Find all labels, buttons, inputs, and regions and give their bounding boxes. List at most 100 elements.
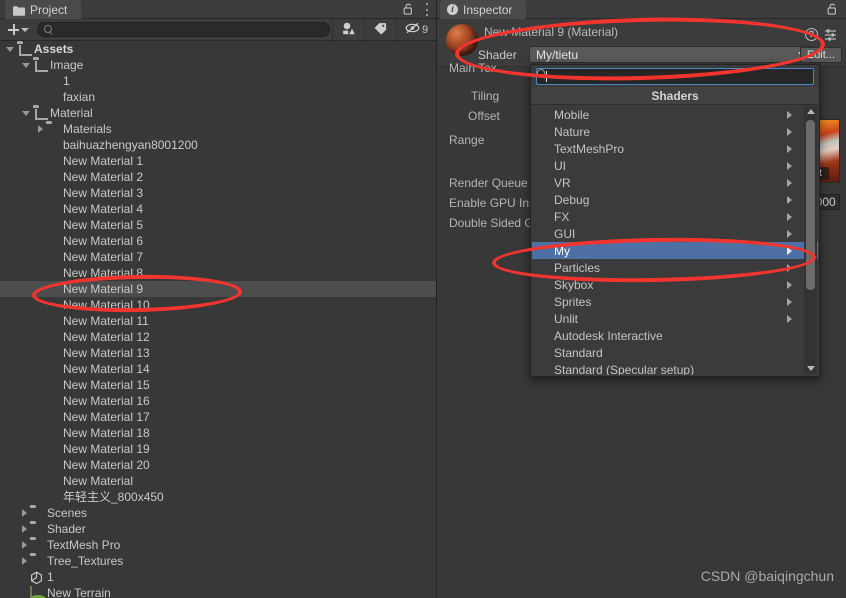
shader-popup-item[interactable]: Autodesk Interactive bbox=[532, 327, 818, 344]
chevron-closed-icon[interactable] bbox=[22, 557, 27, 565]
tree-row[interactable]: New Material 2 bbox=[0, 169, 436, 185]
shader-popup-item[interactable]: FX bbox=[532, 208, 818, 225]
tree-row[interactable]: New Material 4 bbox=[0, 201, 436, 217]
tree-row[interactable]: faxian bbox=[0, 89, 436, 105]
prop-label-tiling: Tiling bbox=[471, 89, 500, 103]
chevron-closed-icon[interactable] bbox=[22, 509, 27, 517]
chevron-up-icon[interactable] bbox=[806, 109, 815, 114]
shape-filter-icon bbox=[342, 22, 356, 38]
tree-row[interactable]: New Material 12 bbox=[0, 329, 436, 345]
shader-popup-item[interactable]: TextMeshPro bbox=[532, 140, 818, 157]
tree-row-label: 1 bbox=[47, 570, 54, 584]
tree-row[interactable]: Assets bbox=[0, 41, 436, 57]
chevron-open-icon[interactable] bbox=[22, 110, 30, 116]
plus-icon bbox=[8, 24, 19, 35]
tree-row[interactable]: New Material bbox=[0, 473, 436, 489]
tree-row[interactable]: New Material 6 bbox=[0, 233, 436, 249]
tree-row[interactable]: New Material 7 bbox=[0, 249, 436, 265]
shader-popup-item[interactable]: GUI bbox=[532, 225, 818, 242]
inspector-lock-open-icon[interactable] bbox=[827, 3, 838, 15]
tree-row[interactable]: New Material 13 bbox=[0, 345, 436, 361]
shader-popup-item[interactable]: My bbox=[532, 242, 818, 259]
tab-project[interactable]: Project bbox=[5, 0, 82, 19]
tree-row[interactable]: Tree_Textures bbox=[0, 553, 436, 569]
tree-row[interactable]: New Material 16 bbox=[0, 393, 436, 409]
tab-inspector[interactable]: i Inspector bbox=[440, 0, 527, 19]
tree-row[interactable]: New Material 9 bbox=[0, 281, 436, 297]
create-asset-button[interactable] bbox=[0, 21, 35, 39]
chevron-right-icon bbox=[787, 246, 792, 255]
shader-popup-item[interactable]: Standard (Specular setup) bbox=[532, 361, 818, 376]
shader-popup-item[interactable]: VR bbox=[532, 174, 818, 191]
shader-popup-item[interactable]: Debug bbox=[532, 191, 818, 208]
tree-row[interactable]: Scenes bbox=[0, 505, 436, 521]
tree-row[interactable]: Image bbox=[0, 57, 436, 73]
chevron-closed-icon[interactable] bbox=[22, 541, 27, 549]
tree-row[interactable]: New Material 8 bbox=[0, 265, 436, 281]
tree-row[interactable]: New Material 5 bbox=[0, 217, 436, 233]
shader-search-wrap bbox=[531, 65, 819, 87]
chevron-closed-icon[interactable] bbox=[22, 525, 27, 533]
chevron-down-icon[interactable] bbox=[806, 366, 815, 371]
shader-popup-item[interactable]: Mobile bbox=[532, 106, 818, 123]
chevron-right-icon bbox=[787, 229, 792, 238]
material-icon bbox=[46, 171, 59, 184]
shader-popup-item[interactable]: Nature bbox=[532, 123, 818, 140]
shader-label: Shader bbox=[478, 48, 517, 62]
project-search-input[interactable] bbox=[37, 22, 330, 37]
tree-row[interactable]: New Material 18 bbox=[0, 425, 436, 441]
tree-row[interactable]: New Material 3 bbox=[0, 185, 436, 201]
shader-popup-scrollbar[interactable] bbox=[804, 106, 817, 374]
tree-row[interactable]: New Material 11 bbox=[0, 313, 436, 329]
texture-icon-1 bbox=[46, 75, 59, 88]
shader-popup-item[interactable]: Sprites bbox=[532, 293, 818, 310]
material-icon bbox=[46, 347, 59, 360]
shader-popup-item[interactable]: Skybox bbox=[532, 276, 818, 293]
texture-icon-bai bbox=[46, 139, 59, 152]
kebab-menu-icon[interactable] bbox=[425, 3, 429, 16]
tree-row[interactable]: Material bbox=[0, 105, 436, 121]
tree-row[interactable]: New Material 20 bbox=[0, 457, 436, 473]
chevron-right-icon bbox=[787, 297, 792, 306]
tree-row[interactable]: New Material 1 bbox=[0, 153, 436, 169]
filter-by-type-button[interactable] bbox=[332, 18, 364, 41]
tree-row[interactable]: New Material 14 bbox=[0, 361, 436, 377]
texture-icon-nj bbox=[46, 491, 59, 504]
tree-row[interactable]: Shader bbox=[0, 521, 436, 537]
tree-row[interactable]: New Material 19 bbox=[0, 441, 436, 457]
shader-dropdown[interactable]: My/tietu bbox=[529, 46, 813, 63]
preset-sliders-icon[interactable] bbox=[824, 28, 837, 41]
edit-shader-button[interactable]: Edit... bbox=[799, 47, 842, 63]
tree-row[interactable]: New Terrain bbox=[0, 585, 436, 598]
tree-row[interactable]: Materials bbox=[0, 121, 436, 137]
chevron-closed-icon[interactable] bbox=[38, 125, 43, 133]
tree-row[interactable]: 1 bbox=[0, 73, 436, 89]
tree-row[interactable]: New Material 15 bbox=[0, 377, 436, 393]
chevron-open-icon[interactable] bbox=[22, 62, 30, 68]
tree-row[interactable]: 年轻主义_800x450 bbox=[0, 489, 436, 505]
shader-popup-item[interactable]: UI bbox=[532, 157, 818, 174]
shader-popup-item-label: UI bbox=[554, 158, 566, 173]
scrollbar-thumb[interactable] bbox=[806, 120, 815, 290]
shader-popup-item[interactable]: Unlit bbox=[532, 310, 818, 327]
hidden-items-button[interactable]: 9 bbox=[396, 18, 436, 41]
chevron-right-icon bbox=[787, 263, 792, 272]
chevron-open-icon[interactable] bbox=[6, 46, 14, 52]
shader-popup-item[interactable]: Particles bbox=[532, 259, 818, 276]
tree-row[interactable]: TextMesh Pro bbox=[0, 537, 436, 553]
shader-popup-list[interactable]: Mobile Nature TextMeshPro UI VR Debug FX GUI My P… bbox=[532, 106, 818, 375]
tree-row-label: New Material 16 bbox=[63, 394, 150, 408]
tree-row[interactable]: New Material 17 bbox=[0, 409, 436, 425]
shader-popup-item[interactable]: Standard bbox=[532, 344, 818, 361]
tree-row[interactable]: baihuazhengyan8001200 bbox=[0, 137, 436, 153]
tree-row[interactable]: New Material 10 bbox=[0, 297, 436, 313]
lock-open-icon[interactable] bbox=[403, 3, 414, 15]
project-asset-tree[interactable]: Assets Image 1 faxian Material Materials baihu… bbox=[0, 41, 436, 598]
shader-popup-item-label: My bbox=[554, 243, 570, 258]
help-icon[interactable]: ? bbox=[805, 28, 818, 41]
tree-row-label: Scenes bbox=[47, 506, 88, 520]
shader-search-input[interactable] bbox=[536, 68, 814, 85]
filter-by-label-button[interactable] bbox=[364, 18, 396, 41]
tree-row-label: Tree_Textures bbox=[47, 554, 124, 568]
tree-row[interactable]: 1 bbox=[0, 569, 436, 585]
